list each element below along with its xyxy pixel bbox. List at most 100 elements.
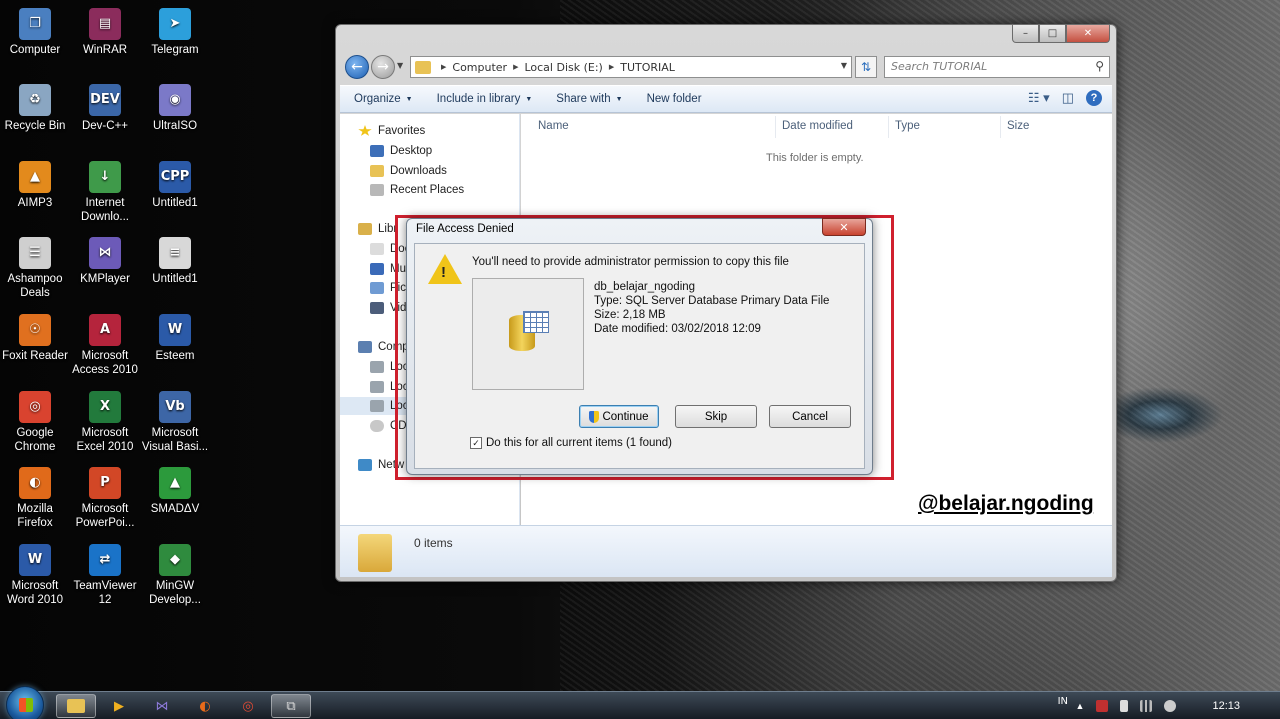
breadcrumb-local-disk[interactable]: Local Disk (E:) bbox=[524, 61, 602, 74]
apply-to-all-label[interactable]: Do this for all current items (1 found) bbox=[486, 437, 672, 449]
desktop-shortcut[interactable]: DEV Dev-C++ bbox=[70, 84, 140, 133]
visual-basic-icon: Vb bbox=[159, 391, 191, 423]
chevron-right-icon[interactable]: ▶ bbox=[513, 63, 518, 71]
nav-favorites[interactable]: Favorites bbox=[358, 122, 425, 140]
windows-logo-icon bbox=[19, 698, 33, 712]
desktop-shortcut[interactable]: ❐ Computer bbox=[0, 8, 70, 57]
volume-icon[interactable] bbox=[1164, 700, 1177, 712]
desktop-shortcut[interactable]: ▲ AIMP3 bbox=[0, 161, 70, 210]
column-header-type[interactable]: Type bbox=[895, 120, 920, 132]
desktop-shortcut-label: Dev-C++ bbox=[81, 120, 129, 132]
dialog-close-button[interactable]: ✕ bbox=[822, 218, 866, 236]
taskbar-kmplayer[interactable]: ⋈ bbox=[142, 694, 182, 718]
column-header-name[interactable]: Name bbox=[538, 120, 569, 132]
desktop-shortcut[interactable]: ◎ Google Chrome bbox=[0, 391, 70, 454]
word-doc-icon: W bbox=[159, 314, 191, 346]
desktop-shortcut[interactable]: ↓ Internet Downlo... bbox=[70, 161, 140, 224]
clock[interactable]: 12:13 bbox=[1212, 700, 1240, 712]
refresh-button[interactable]: ⇅ bbox=[855, 56, 877, 78]
desktop-shortcut[interactable]: A Microsoft Access 2010 bbox=[70, 314, 140, 377]
desktop-shortcut[interactable]: ▲ SMADΔV bbox=[140, 467, 210, 516]
close-button[interactable]: ✕ bbox=[1066, 25, 1110, 43]
share-with-menu[interactable]: Share with ▼ bbox=[556, 93, 622, 105]
minimize-button[interactable]: – bbox=[1012, 25, 1039, 43]
action-center-icon[interactable] bbox=[1096, 700, 1109, 712]
winrar-icon: ▤ bbox=[89, 8, 121, 40]
chevron-right-icon[interactable]: ▶ bbox=[609, 63, 614, 71]
apply-to-all-checkbox[interactable]: ✓ bbox=[470, 437, 482, 449]
continue-button[interactable]: Continue bbox=[579, 405, 659, 428]
system-tray: ▲ 12:13 bbox=[1070, 692, 1280, 719]
desktop-shortcut[interactable]: ◉ UltraISO bbox=[140, 84, 210, 133]
start-button[interactable] bbox=[6, 686, 44, 719]
breadcrumb-tutorial[interactable]: TUTORIAL bbox=[620, 61, 675, 74]
taskbar-explorer[interactable] bbox=[56, 694, 96, 718]
nav-desktop[interactable]: Desktop bbox=[370, 142, 432, 160]
nav-recent-places[interactable]: Recent Places bbox=[370, 181, 464, 199]
battery-icon[interactable] bbox=[1120, 700, 1129, 712]
taskbar-file-copy[interactable]: ⧉ bbox=[271, 694, 311, 718]
maximize-button[interactable]: □ bbox=[1039, 25, 1066, 43]
show-hidden-icons[interactable]: ▲ bbox=[1076, 701, 1085, 711]
chevron-right-icon[interactable]: ▶ bbox=[441, 63, 446, 71]
breadcrumb-computer[interactable]: Computer bbox=[452, 61, 507, 74]
new-folder-label: New folder bbox=[646, 93, 702, 105]
desktop-shortcut[interactable]: ▤ WinRAR bbox=[70, 8, 140, 57]
back-button[interactable]: ← bbox=[345, 55, 369, 79]
column-divider[interactable] bbox=[888, 116, 889, 138]
desktop-shortcut[interactable]: P Microsoft PowerPoi... bbox=[70, 467, 140, 530]
database-table-icon bbox=[523, 311, 549, 333]
desktop-shortcut[interactable]: ⋈ KMPlayer bbox=[70, 237, 140, 286]
skip-button[interactable]: Skip bbox=[675, 405, 757, 428]
desktop-shortcut[interactable]: X Microsoft Excel 2010 bbox=[70, 391, 140, 454]
column-divider[interactable] bbox=[775, 116, 776, 138]
address-bar[interactable]: ▶ Computer ▶ Local Disk (E:) ▶ TUTORIAL … bbox=[410, 56, 852, 78]
cancel-button[interactable]: Cancel bbox=[769, 405, 851, 428]
devcpp-icon: DEV bbox=[89, 84, 121, 116]
search-icon[interactable]: ⚲ bbox=[1095, 59, 1104, 73]
exclamation-mark: ! bbox=[441, 264, 446, 281]
apply-to-all-row[interactable]: ✓ Do this for all current items (1 found… bbox=[470, 437, 672, 449]
search-input[interactable]: Search TUTORIAL ⚲ bbox=[884, 56, 1110, 78]
include-in-library-menu[interactable]: Include in library ▼ bbox=[437, 93, 533, 105]
new-folder-button[interactable]: New folder bbox=[647, 93, 702, 105]
firefox-icon: ◐ bbox=[199, 698, 211, 714]
desktop-shortcut[interactable]: W Microsoft Word 2010 bbox=[0, 544, 70, 607]
desktop-shortcut[interactable]: ◆ MinGW Develop... bbox=[140, 544, 210, 607]
desktop-shortcut[interactable]: Vb Microsoft Visual Basi... bbox=[140, 391, 210, 454]
taskbar-chrome[interactable]: ◎ bbox=[228, 694, 268, 718]
taskbar-media-player[interactable]: ▶ bbox=[99, 694, 139, 718]
preview-pane-icon[interactable]: ◫ bbox=[1062, 90, 1074, 106]
chevron-down-icon: ▼ bbox=[525, 95, 533, 103]
nav-downloads[interactable]: Downloads bbox=[370, 162, 447, 180]
taskbar-firefox[interactable]: ◐ bbox=[185, 694, 225, 718]
column-header-date-modified[interactable]: Date modified bbox=[782, 120, 853, 132]
desktop-shortcut[interactable]: ◐ Mozilla Firefox bbox=[0, 467, 70, 530]
desktop-shortcut[interactable]: ☰ Ashampoo Deals bbox=[0, 237, 70, 300]
desktop-shortcut[interactable]: ⇄ TeamViewer 12 bbox=[70, 544, 140, 607]
desktop-shortcut[interactable]: ≡ Untitled1 bbox=[140, 237, 210, 286]
desktop-shortcut-label: Microsoft Word 2010 bbox=[6, 580, 64, 606]
desktop-shortcut[interactable]: W Esteem bbox=[140, 314, 210, 363]
nav-libraries[interactable]: Libr bbox=[358, 220, 397, 238]
column-divider[interactable] bbox=[1000, 116, 1001, 138]
access-icon: A bbox=[89, 314, 121, 346]
desktop-shortcut-label: Microsoft Excel 2010 bbox=[76, 427, 134, 453]
recent-pages-dropdown[interactable]: ▼ bbox=[397, 61, 403, 70]
desktop-shortcut[interactable]: CPP Untitled1 bbox=[140, 161, 210, 210]
desktop-shortcut[interactable]: ☉ Foxit Reader bbox=[0, 314, 70, 363]
desktop-shortcut[interactable]: ➤ Telegram bbox=[140, 8, 210, 57]
telegram-icon: ➤ bbox=[159, 8, 191, 40]
desktop-shortcut-label: Ashampoo Deals bbox=[7, 273, 63, 299]
help-icon[interactable]: ? bbox=[1086, 90, 1102, 106]
chevron-down-icon[interactable]: ▼ bbox=[841, 61, 847, 70]
column-header-size[interactable]: Size bbox=[1007, 120, 1029, 132]
forward-button[interactable]: → bbox=[371, 55, 395, 79]
network-signal-icon[interactable] bbox=[1140, 700, 1153, 712]
videos-icon bbox=[370, 302, 384, 314]
watermark: @belajar.ngoding bbox=[918, 492, 1094, 515]
change-view-icon[interactable]: ☷ ▾ bbox=[1028, 90, 1050, 106]
language-indicator[interactable]: IN bbox=[1058, 696, 1068, 707]
desktop-shortcut[interactable]: ♻ Recycle Bin bbox=[0, 84, 70, 133]
organize-menu[interactable]: Organize ▼ bbox=[354, 93, 413, 105]
